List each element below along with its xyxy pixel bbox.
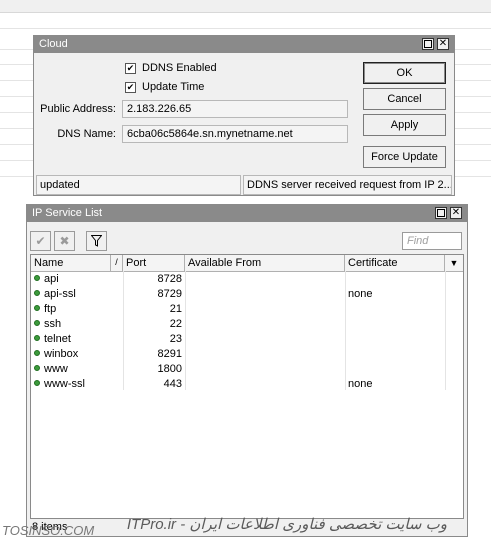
window-title: Cloud — [39, 38, 68, 50]
column-header-name[interactable]: Name — [31, 255, 111, 271]
service-certificate — [345, 302, 445, 317]
checkmark-icon: ✔ — [125, 62, 136, 74]
disable-button[interactable]: ✖ — [54, 231, 75, 251]
service-certificate — [345, 347, 445, 362]
service-available-from — [185, 377, 345, 392]
service-name: api-ssl — [44, 288, 76, 300]
close-icon[interactable]: ✕ — [450, 207, 462, 219]
service-port: 22 — [169, 318, 182, 330]
table-row[interactable]: ftp 21 — [31, 302, 449, 317]
service-name: ssh — [44, 318, 62, 330]
sort-indicator: / — [111, 255, 123, 271]
checkmark-icon: ✔ — [35, 234, 46, 248]
update-time-label: Update Time — [142, 81, 205, 93]
service-list-titlebar[interactable]: IP Service List ✕ — [27, 205, 467, 222]
ddns-enabled-label: DDNS Enabled — [142, 62, 217, 74]
dns-name-label: DNS Name: — [57, 128, 116, 140]
apply-button[interactable]: Apply — [363, 114, 446, 136]
status-dot-icon — [34, 290, 40, 297]
table-row[interactable]: api-ssl 8729 none — [31, 287, 449, 302]
enable-button[interactable]: ✔ — [30, 231, 51, 251]
service-name: winbox — [44, 348, 79, 360]
table-row[interactable]: www-ssl 443 none — [31, 377, 449, 392]
service-table: Name / Port Available From Certificate ▼… — [30, 254, 464, 519]
window-title: IP Service List — [32, 207, 103, 219]
find-input[interactable]: Find — [402, 232, 462, 250]
public-address-label: Public Address: — [40, 103, 116, 115]
watermark-right: ITPro.ir - وب سایت تخصصی فناوری اطلاعات … — [126, 516, 447, 533]
service-available-from — [185, 347, 345, 362]
status-dot-icon — [34, 275, 40, 282]
status-dot-icon — [34, 320, 40, 327]
watermark-left: TOSINSO.COM — [2, 523, 95, 538]
watermark: TOSINSO.COM ITPro.ir - وب سایت تخصصی فنا… — [2, 513, 491, 543]
status-message: DDNS server received request from IP 2..… — [243, 175, 452, 195]
cloud-window: Cloud ✕ ✔ DDNS Enabled ✔ Update Time Pub… — [33, 35, 455, 196]
service-port: 8729 — [157, 288, 182, 300]
service-port: 23 — [169, 333, 182, 345]
service-available-from — [185, 362, 345, 377]
filter-button[interactable] — [86, 231, 107, 251]
service-name: www — [44, 363, 68, 375]
service-name: api — [44, 273, 59, 285]
column-header-certificate[interactable]: Certificate — [345, 255, 445, 271]
update-time-checkbox[interactable]: ✔ Update Time — [125, 81, 204, 93]
ddns-enabled-checkbox[interactable]: ✔ DDNS Enabled — [125, 62, 217, 74]
status-dot-icon — [34, 365, 40, 372]
service-port: 1800 — [157, 363, 182, 375]
status-dot-icon — [34, 305, 40, 312]
background-toolbar — [0, 0, 491, 13]
maximize-icon[interactable] — [422, 38, 434, 50]
checkmark-icon: ✔ — [125, 81, 136, 93]
table-row[interactable]: www 1800 — [31, 362, 449, 377]
service-port: 21 — [169, 303, 182, 315]
filter-icon — [91, 235, 102, 247]
status-dot-icon — [34, 335, 40, 342]
status-dot-icon — [34, 380, 40, 387]
ip-service-list-window: IP Service List ✕ ✔ ✖ Find Name / Port A… — [26, 204, 468, 537]
service-certificate — [345, 317, 445, 332]
x-icon: ✖ — [59, 234, 70, 248]
service-available-from — [185, 317, 345, 332]
service-port: 8728 — [157, 273, 182, 285]
table-header: Name / Port Available From Certificate ▼ — [31, 255, 463, 272]
table-row[interactable]: telnet 23 — [31, 332, 449, 347]
close-icon[interactable]: ✕ — [437, 38, 449, 50]
service-port: 443 — [163, 378, 182, 390]
service-available-from — [185, 287, 345, 302]
service-available-from — [185, 272, 345, 287]
service-name: ftp — [44, 303, 57, 315]
status-dot-icon — [34, 350, 40, 357]
service-port: 8291 — [157, 348, 182, 360]
service-name: www-ssl — [44, 378, 85, 390]
maximize-icon[interactable] — [435, 207, 447, 219]
public-address-field[interactable]: 2.183.226.65 — [122, 100, 348, 118]
status-text: updated — [36, 175, 241, 195]
service-certificate: none — [348, 288, 373, 300]
service-certificate — [345, 272, 445, 287]
column-header-port[interactable]: Port — [123, 255, 185, 271]
table-row[interactable]: api 8728 — [31, 272, 449, 287]
table-row[interactable]: winbox 8291 — [31, 347, 449, 362]
service-certificate: none — [348, 378, 373, 390]
service-available-from — [185, 302, 345, 317]
cloud-titlebar[interactable]: Cloud ✕ — [34, 36, 454, 53]
table-row[interactable]: ssh 22 — [31, 317, 449, 332]
ok-button[interactable]: OK — [363, 62, 446, 84]
service-certificate — [345, 362, 445, 377]
service-certificate — [345, 332, 445, 347]
dns-name-field[interactable]: 6cba06c5864e.sn.mynetname.net — [122, 125, 348, 143]
service-name: telnet — [44, 333, 71, 345]
service-available-from — [185, 332, 345, 347]
cancel-button[interactable]: Cancel — [363, 88, 446, 110]
force-update-button[interactable]: Force Update — [363, 146, 446, 168]
column-menu-icon[interactable]: ▼ — [445, 255, 463, 271]
background-line — [0, 28, 491, 29]
column-header-available-from[interactable]: Available From — [185, 255, 345, 271]
